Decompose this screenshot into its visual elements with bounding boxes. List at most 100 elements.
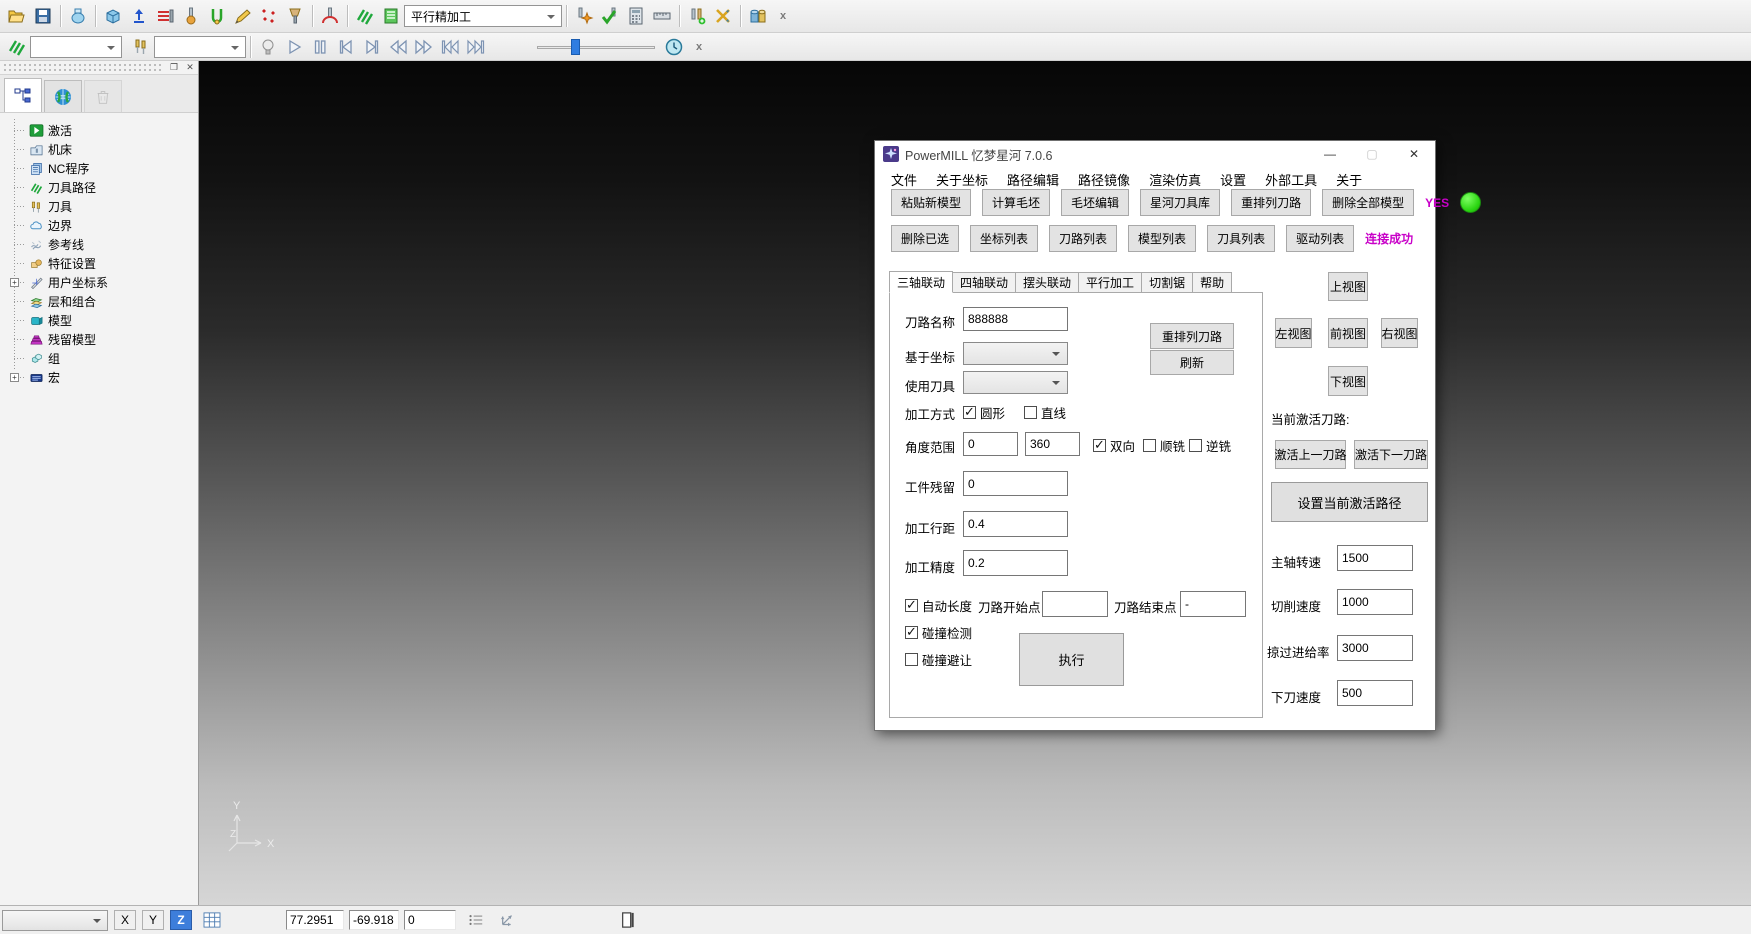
axis-x-button[interactable]: X: [114, 910, 136, 930]
panel-toggle-icon[interactable]: [616, 909, 640, 931]
delete-selected-button[interactable]: 删除已选: [891, 225, 959, 252]
menu-coords[interactable]: 关于坐标: [936, 170, 988, 189]
grid-snap-icon[interactable]: [200, 909, 224, 931]
close-button[interactable]: ✕: [1393, 141, 1435, 167]
refresh-button[interactable]: 刷新: [1150, 350, 1234, 375]
spindle-speed-input[interactable]: [1337, 545, 1413, 571]
menu-render-sim[interactable]: 渲染仿真: [1149, 170, 1201, 189]
feed-rates-icon[interactable]: [152, 3, 178, 29]
end-point-icon[interactable]: [256, 3, 282, 29]
skip-start-icon[interactable]: [437, 34, 463, 60]
bidirectional-checkbox[interactable]: 双向: [1093, 436, 1135, 455]
execute-button[interactable]: 执行: [1019, 633, 1124, 686]
axis-z-button[interactable]: Z: [170, 910, 192, 930]
based-coord-combobox[interactable]: [963, 342, 1068, 365]
tools-icon[interactable]: [128, 34, 154, 60]
speed-slider[interactable]: [537, 37, 655, 57]
activate-next-button[interactable]: 激活下一刀路: [1354, 440, 1428, 469]
calculator-icon[interactable]: [623, 3, 649, 29]
toolpath-name-input[interactable]: [963, 307, 1068, 331]
statusbar-combobox[interactable]: [2, 910, 108, 931]
mode-circle-checkbox[interactable]: 圆形: [963, 403, 1005, 422]
toolbar-close-button[interactable]: x: [775, 8, 791, 24]
tool-pair-icon[interactable]: [684, 3, 710, 29]
tree-item-macros[interactable]: +宏: [6, 368, 198, 387]
toolpath-tool-icon[interactable]: [317, 3, 343, 29]
save-project-icon[interactable]: [30, 3, 56, 29]
speed-slider-handle[interactable]: [571, 39, 580, 55]
tree-item-activate[interactable]: 激活: [6, 121, 198, 140]
toolpath-spark-icon[interactable]: [571, 3, 597, 29]
sim-tool-combobox[interactable]: [154, 36, 246, 58]
climb-mill-checkbox[interactable]: 顺铣: [1143, 436, 1185, 455]
strategy-list-icon[interactable]: [378, 3, 404, 29]
step-back-icon[interactable]: [333, 34, 359, 60]
view-top-button[interactable]: 上视图: [1328, 272, 1368, 301]
plunge-feed-input[interactable]: [1337, 680, 1413, 706]
step-forward-icon[interactable]: [359, 34, 385, 60]
pause-icon[interactable]: [307, 34, 333, 60]
drive-list-button[interactable]: 驱动列表: [1286, 225, 1354, 252]
orientation-axes-icon[interactable]: [496, 909, 520, 931]
tree-item-stock-models[interactable]: 残留模型: [6, 330, 198, 349]
menu-settings[interactable]: 设置: [1220, 170, 1246, 189]
tolerance-input[interactable]: [963, 550, 1068, 576]
block-icon[interactable]: [100, 3, 126, 29]
tree-item-models[interactable]: 模型: [6, 311, 198, 330]
menu-path-edit[interactable]: 路径编辑: [1007, 170, 1059, 189]
play-icon[interactable]: [281, 34, 307, 60]
angle-to-input[interactable]: [1025, 432, 1080, 456]
set-active-path-button[interactable]: 设置当前激活路径: [1271, 482, 1428, 522]
tab-three-axis[interactable]: 三轴联动: [889, 271, 953, 293]
tab-explorer-tree[interactable]: [4, 78, 42, 112]
paste-new-model-button[interactable]: 粘贴新模型: [891, 189, 971, 216]
coord-x-input[interactable]: [286, 910, 344, 930]
expand-icon[interactable]: +: [10, 373, 19, 382]
swap-tools-icon[interactable]: [710, 3, 736, 29]
view-right-button[interactable]: 右视图: [1381, 318, 1418, 348]
model-list-button[interactable]: 模型列表: [1128, 225, 1196, 252]
measure-icon[interactable]: [649, 3, 675, 29]
tree-item-boundaries[interactable]: 边界: [6, 216, 198, 235]
panel-float-icon[interactable]: ❐: [168, 62, 180, 73]
menu-path-mirror[interactable]: 路径镜像: [1078, 170, 1130, 189]
toolpath-ribbon-icon[interactable]: [4, 34, 30, 60]
open-project-icon[interactable]: [4, 3, 30, 29]
angle-from-input[interactable]: [963, 432, 1018, 456]
axis-y-button[interactable]: Y: [142, 910, 164, 930]
tree-item-tools[interactable]: 刀具: [6, 197, 198, 216]
panel-grip[interactable]: ❐ ✕: [0, 61, 198, 75]
start-point-icon[interactable]: [230, 3, 256, 29]
minimize-button[interactable]: —: [1309, 141, 1351, 167]
sim-toolpath-combobox[interactable]: [30, 36, 122, 58]
tab-tilt-head[interactable]: 摆头联动: [1016, 272, 1079, 293]
tree-item-levels-sets[interactable]: 层和组合: [6, 292, 198, 311]
leads-links-icon[interactable]: [204, 3, 230, 29]
toolbar-close-button[interactable]: x: [691, 39, 707, 55]
toolpath-verify-icon[interactable]: [597, 3, 623, 29]
mode-line-checkbox[interactable]: 直线: [1024, 403, 1066, 422]
tree-item-groups[interactable]: 组: [6, 349, 198, 368]
tree-item-workplanes[interactable]: +用户坐标系: [6, 273, 198, 292]
panel-close-icon[interactable]: ✕: [184, 62, 196, 73]
tab-parallel[interactable]: 平行加工: [1079, 272, 1142, 293]
toolpath-ribbon-icon[interactable]: [352, 3, 378, 29]
tool-library-button[interactable]: 星河刀具库: [1140, 189, 1220, 216]
tab-recycle-bin[interactable]: [84, 80, 122, 112]
coord-z-input[interactable]: [404, 910, 456, 930]
use-tool-combobox[interactable]: [963, 371, 1068, 394]
expand-icon[interactable]: +: [10, 278, 19, 287]
fast-forward-icon[interactable]: [411, 34, 437, 60]
coord-list-button[interactable]: 坐标列表: [970, 225, 1038, 252]
calc-block-button[interactable]: 计算毛坯: [982, 189, 1050, 216]
stepover-input[interactable]: [963, 511, 1068, 537]
toolpath-list-button[interactable]: 刀路列表: [1049, 225, 1117, 252]
dialog-titlebar[interactable]: PowerMILL 忆梦星河 7.0.6 — ▢ ✕: [875, 141, 1435, 167]
stock-allowance-input[interactable]: [963, 471, 1068, 496]
tree-item-toolpaths[interactable]: 刀具路径: [6, 178, 198, 197]
menu-file[interactable]: 文件: [891, 170, 917, 189]
viewport-canvas[interactable]: Y X Z PowerMILL 忆梦星河 7.0.6 — ▢ ✕ 文件 关于坐标…: [199, 61, 1751, 905]
rewind-icon[interactable]: [385, 34, 411, 60]
collision-avoid-checkbox[interactable]: 碰撞避让: [905, 650, 972, 669]
tab-cutting-saw[interactable]: 切割锯: [1142, 272, 1193, 293]
